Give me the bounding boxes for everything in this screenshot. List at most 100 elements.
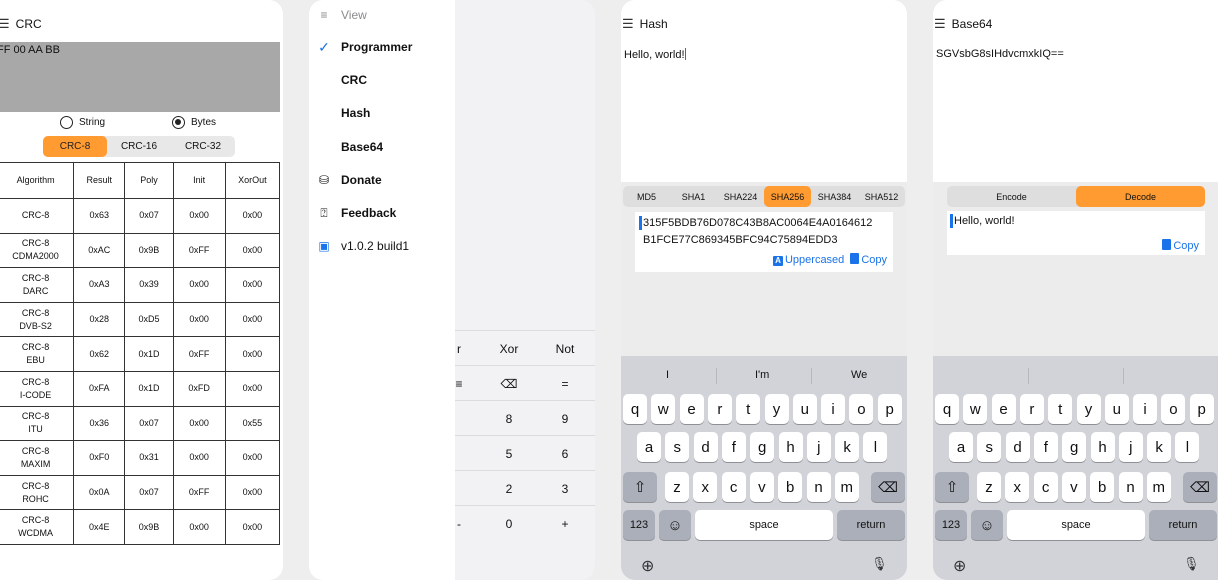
key-d[interactable]: d	[1005, 432, 1030, 462]
return-key[interactable]: return	[837, 510, 905, 540]
calculator-key[interactable]: 2	[481, 482, 537, 496]
key-d[interactable]: d	[693, 432, 718, 462]
key-e[interactable]: e	[679, 394, 704, 424]
crc-input-field[interactable]: FF 00 AA BB	[0, 42, 280, 112]
key-x[interactable]: x	[693, 472, 718, 502]
key-r[interactable]: r	[707, 394, 732, 424]
key-g[interactable]: g	[1062, 432, 1087, 462]
key-s[interactable]: s	[665, 432, 690, 462]
key-f[interactable]: f	[1033, 432, 1058, 462]
key-r[interactable]: r	[1019, 394, 1044, 424]
tab-sha1[interactable]: SHA1	[670, 186, 717, 207]
calculator-key[interactable]: ⌫	[481, 377, 537, 391]
backspace-key[interactable]: ⌫	[871, 472, 905, 502]
globe-icon[interactable]: ⊕	[953, 556, 966, 576]
menu-item-feedback[interactable]: ⍰ Feedback	[309, 202, 455, 224]
tab-sha384[interactable]: SHA384	[811, 186, 858, 207]
microphone-icon[interactable]: 🎙	[1183, 556, 1200, 572]
menu-item-crc[interactable]: CRC	[309, 69, 455, 91]
key-q[interactable]: q	[935, 394, 959, 424]
tab-crc-32[interactable]: CRC-32	[171, 136, 235, 157]
encode-tab[interactable]: Encode	[947, 186, 1076, 207]
key-i[interactable]: i	[821, 394, 846, 424]
key-j[interactable]: j	[1118, 432, 1143, 462]
key-f[interactable]: f	[721, 432, 746, 462]
calculator-key[interactable]: 6	[537, 447, 593, 461]
menu-item-programmer[interactable]: ✓ Programmer	[309, 36, 455, 58]
tab-sha224[interactable]: SHA224	[717, 186, 764, 207]
calculator-key[interactable]: =	[537, 377, 593, 391]
key-x[interactable]: x	[1005, 472, 1030, 502]
tab-crc-16[interactable]: CRC-16	[107, 136, 171, 157]
tab-crc-8[interactable]: CRC-8	[43, 136, 107, 157]
menu-icon[interactable]: ☰	[622, 16, 634, 32]
calculator-key[interactable]: 3	[537, 482, 593, 496]
key-y[interactable]: y	[1076, 394, 1101, 424]
key-z[interactable]: z	[665, 472, 689, 502]
key-n[interactable]: n	[806, 472, 831, 502]
key-p[interactable]: p	[1189, 394, 1214, 424]
key-n[interactable]: n	[1118, 472, 1143, 502]
suggestion-item[interactable]: I	[666, 369, 669, 381]
key-e[interactable]: e	[991, 394, 1016, 424]
menu-icon[interactable]: ☰	[0, 16, 10, 32]
key-t[interactable]: t	[736, 394, 761, 424]
calculator-key[interactable]: 8	[481, 412, 537, 426]
backspace-key[interactable]: ⌫	[1183, 472, 1217, 502]
radio-bytes-circle[interactable]	[172, 116, 185, 129]
suggestion-item[interactable]: We	[851, 369, 867, 381]
radio-string[interactable]: String	[60, 116, 105, 129]
key-m[interactable]: m	[1146, 472, 1171, 502]
key-h[interactable]: h	[778, 432, 803, 462]
calculator-key[interactable]: Xor	[481, 342, 537, 356]
key-q[interactable]: q	[623, 394, 647, 424]
key-v[interactable]: v	[749, 472, 774, 502]
key-u[interactable]: u	[1104, 394, 1129, 424]
key-k[interactable]: k	[835, 432, 860, 462]
suggestion-item[interactable]: I'm	[755, 369, 769, 381]
key-y[interactable]: y	[764, 394, 789, 424]
calculator-key[interactable]: 0	[481, 517, 537, 531]
hash-input-field[interactable]: Hello, world!	[621, 42, 907, 182]
key-s[interactable]: s	[977, 432, 1002, 462]
calculator-key[interactable]: 5	[481, 447, 537, 461]
key-v[interactable]: v	[1061, 472, 1086, 502]
key-z[interactable]: z	[977, 472, 1001, 502]
key-l[interactable]: l	[863, 432, 888, 462]
numbers-key[interactable]: 123	[935, 510, 967, 540]
shift-key[interactable]: ⇧	[935, 472, 969, 502]
key-k[interactable]: k	[1147, 432, 1172, 462]
calculator-key[interactable]: +	[537, 517, 593, 531]
key-p[interactable]: p	[877, 394, 902, 424]
key-c[interactable]: c	[721, 472, 746, 502]
menu-icon[interactable]: ☰	[934, 16, 946, 32]
tab-sha256[interactable]: SHA256	[764, 186, 811, 207]
copy-button[interactable]: Copy	[1162, 239, 1199, 252]
microphone-icon[interactable]: 🎙	[871, 556, 888, 572]
key-c[interactable]: c	[1033, 472, 1058, 502]
tab-sha512[interactable]: SHA512	[858, 186, 905, 207]
decode-tab[interactable]: Decode	[1076, 186, 1205, 207]
space-key[interactable]: space	[695, 510, 833, 540]
emoji-key[interactable]: ☺	[659, 510, 691, 540]
calculator-key[interactable]: 9	[537, 412, 593, 426]
key-b[interactable]: b	[778, 472, 803, 502]
radio-bytes[interactable]: Bytes	[172, 116, 216, 129]
tab-md5[interactable]: MD5	[623, 186, 670, 207]
key-i[interactable]: i	[1133, 394, 1158, 424]
key-l[interactable]: l	[1175, 432, 1200, 462]
key-m[interactable]: m	[834, 472, 859, 502]
key-o[interactable]: o	[1161, 394, 1186, 424]
menu-item-base64[interactable]: Base64	[309, 136, 455, 158]
key-u[interactable]: u	[792, 394, 817, 424]
radio-string-circle[interactable]	[60, 116, 73, 129]
space-key[interactable]: space	[1007, 510, 1145, 540]
key-t[interactable]: t	[1048, 394, 1073, 424]
calculator-key[interactable]: Not	[537, 342, 593, 356]
menu-item-donate[interactable]: ⛁ Donate	[309, 169, 455, 191]
key-w[interactable]: w	[651, 394, 676, 424]
uppercased-button[interactable]: A Uppercased	[772, 252, 844, 269]
key-a[interactable]: a	[949, 432, 973, 462]
base64-input-field[interactable]: SGVsbG8sIHdvcmxkIQ==	[933, 42, 1218, 182]
return-key[interactable]: return	[1149, 510, 1217, 540]
